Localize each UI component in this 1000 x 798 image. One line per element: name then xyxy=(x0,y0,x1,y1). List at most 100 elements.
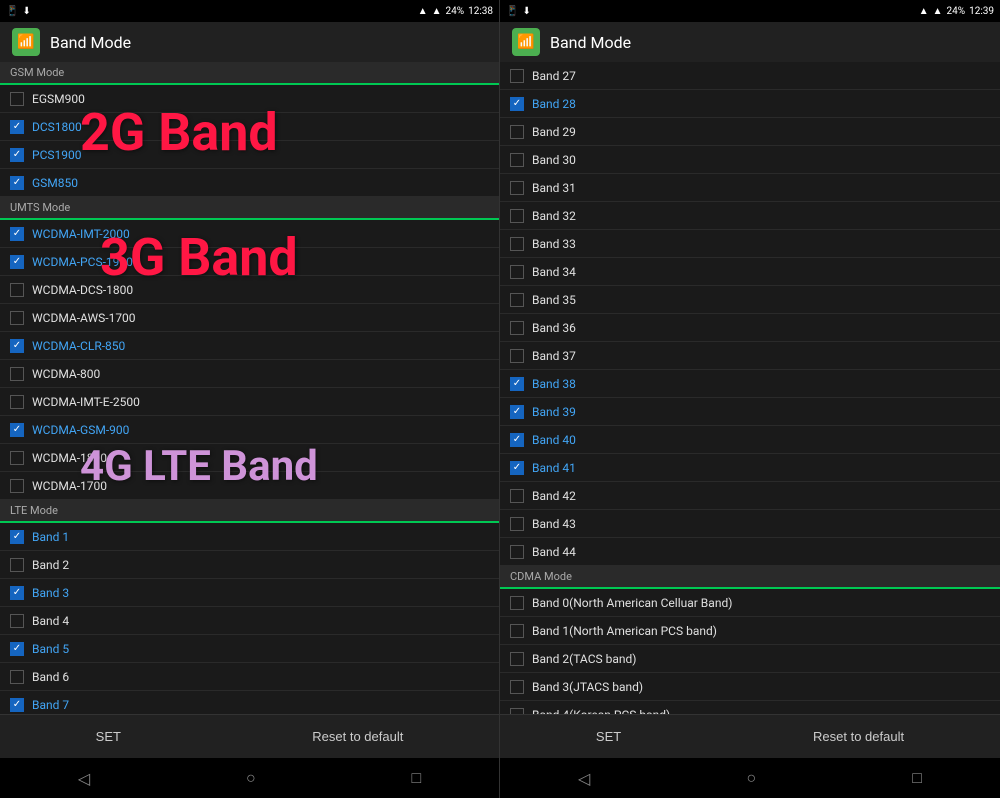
cb-cdma-1[interactable] xyxy=(510,624,524,638)
cdma-band-4[interactable]: Band 4(Korean PCS band) xyxy=(500,701,1000,714)
cb-lte-5[interactable] xyxy=(10,642,24,656)
cb-r-44[interactable] xyxy=(510,545,524,559)
cb-wcdma-imt2000[interactable] xyxy=(10,227,24,241)
cdma-band-0[interactable]: Band 0(North American Celluar Band) xyxy=(500,589,1000,617)
cb-lte-3[interactable] xyxy=(10,586,24,600)
r-band-27[interactable]: Band 27 xyxy=(500,62,1000,90)
r-band-37[interactable]: Band 37 xyxy=(500,342,1000,370)
cb-r-41[interactable] xyxy=(510,461,524,475)
r-band-41[interactable]: Band 41 xyxy=(500,454,1000,482)
right-scroll[interactable]: Band 27 Band 28 Band 29 Band 30 Band 31 … xyxy=(500,62,1000,714)
r-band-44[interactable]: Band 44 xyxy=(500,538,1000,566)
r-band-42[interactable]: Band 42 xyxy=(500,482,1000,510)
cb-cdma-4[interactable] xyxy=(510,708,524,715)
cb-wcdma-800[interactable] xyxy=(10,367,24,381)
cb-cdma-2[interactable] xyxy=(510,652,524,666)
band-wcdma-1700[interactable]: WCDMA-1700 xyxy=(0,472,499,500)
band-wcdma-800[interactable]: WCDMA-800 xyxy=(0,360,499,388)
band-lte-1[interactable]: Band 1 xyxy=(0,523,499,551)
cb-lte-6[interactable] xyxy=(10,670,24,684)
band-egsm900[interactable]: EGSM900 xyxy=(0,85,499,113)
cb-cdma-3[interactable] xyxy=(510,680,524,694)
recents-icon-left[interactable]: □ xyxy=(411,768,421,788)
cb-wcdma-1700[interactable] xyxy=(10,479,24,493)
cb-r-38[interactable] xyxy=(510,377,524,391)
cb-r-29[interactable] xyxy=(510,125,524,139)
band-dcs1800[interactable]: DCS1800 xyxy=(0,113,499,141)
cb-r-37[interactable] xyxy=(510,349,524,363)
cb-wcdma-clr850[interactable] xyxy=(10,339,24,353)
home-icon-right[interactable]: ○ xyxy=(746,768,756,788)
cb-r-30[interactable] xyxy=(510,153,524,167)
cb-wcdma-1800[interactable] xyxy=(10,451,24,465)
band-wcdma-pcs1900[interactable]: WCDMA-PCS-1900 xyxy=(0,248,499,276)
band-pcs1900[interactable]: PCS1900 xyxy=(0,141,499,169)
reset-button-left[interactable]: Reset to default xyxy=(292,721,423,752)
r-band-30[interactable]: Band 30 xyxy=(500,146,1000,174)
r-band-39[interactable]: Band 39 xyxy=(500,398,1000,426)
band-wcdma-clr850[interactable]: WCDMA-CLR-850 xyxy=(0,332,499,360)
band-lte-2[interactable]: Band 2 xyxy=(0,551,499,579)
band-gsm850[interactable]: GSM850 xyxy=(0,169,499,197)
cb-r-42[interactable] xyxy=(510,489,524,503)
cb-lte-1[interactable] xyxy=(10,530,24,544)
r-band-34[interactable]: Band 34 xyxy=(500,258,1000,286)
band-wcdma-gsm900[interactable]: WCDMA-GSM-900 xyxy=(0,416,499,444)
cb-r-34[interactable] xyxy=(510,265,524,279)
band-lte-4[interactable]: Band 4 xyxy=(0,607,499,635)
cb-r-31[interactable] xyxy=(510,181,524,195)
band-wcdma-dcs1800[interactable]: WCDMA-DCS-1800 xyxy=(0,276,499,304)
band-lte-5[interactable]: Band 5 xyxy=(0,635,499,663)
r-band-28[interactable]: Band 28 xyxy=(500,90,1000,118)
cb-wcdma-pcs1900[interactable] xyxy=(10,255,24,269)
cb-r-27[interactable] xyxy=(510,69,524,83)
r-band-43[interactable]: Band 43 xyxy=(500,510,1000,538)
cb-r-43[interactable] xyxy=(510,517,524,531)
band-wcdma-aws1700[interactable]: WCDMA-AWS-1700 xyxy=(0,304,499,332)
cb-lte-4[interactable] xyxy=(10,614,24,628)
left-scroll[interactable]: GSM Mode EGSM900 DCS1800 PCS1900 GSM850 … xyxy=(0,62,499,714)
r-band-35[interactable]: Band 35 xyxy=(500,286,1000,314)
cb-egsm900[interactable] xyxy=(10,92,24,106)
cb-dcs1800[interactable] xyxy=(10,120,24,134)
r-band-33[interactable]: Band 33 xyxy=(500,230,1000,258)
home-icon-left[interactable]: ○ xyxy=(246,768,256,788)
band-lte-3[interactable]: Band 3 xyxy=(0,579,499,607)
cb-r-40[interactable] xyxy=(510,433,524,447)
back-icon-right[interactable]: ◁ xyxy=(578,769,590,788)
r-band-31[interactable]: Band 31 xyxy=(500,174,1000,202)
cb-r-28[interactable] xyxy=(510,97,524,111)
r-band-38[interactable]: Band 38 xyxy=(500,370,1000,398)
r-band-40[interactable]: Band 40 xyxy=(500,426,1000,454)
band-lte-6[interactable]: Band 6 xyxy=(0,663,499,691)
cdma-band-3[interactable]: Band 3(JTACS band) xyxy=(500,673,1000,701)
r-band-29[interactable]: Band 29 xyxy=(500,118,1000,146)
r-band-36[interactable]: Band 36 xyxy=(500,314,1000,342)
cdma-band-1[interactable]: Band 1(North American PCS band) xyxy=(500,617,1000,645)
reset-button-right[interactable]: Reset to default xyxy=(793,721,924,752)
band-wcdma-1800[interactable]: WCDMA-1800 xyxy=(0,444,499,472)
cb-pcs1900[interactable] xyxy=(10,148,24,162)
recents-icon-right[interactable]: □ xyxy=(912,768,922,788)
band-lte-7[interactable]: Band 7 xyxy=(0,691,499,714)
cb-r-36[interactable] xyxy=(510,321,524,335)
band-wcdma-imt2000[interactable]: WCDMA-IMT-2000 xyxy=(0,220,499,248)
cb-lte-2[interactable] xyxy=(10,558,24,572)
cb-gsm850[interactable] xyxy=(10,176,24,190)
back-icon-left[interactable]: ◁ xyxy=(78,769,90,788)
cb-r-39[interactable] xyxy=(510,405,524,419)
cb-r-32[interactable] xyxy=(510,209,524,223)
cb-lte-7[interactable] xyxy=(10,698,24,712)
band-wcdma-imte2500[interactable]: WCDMA-IMT-E-2500 xyxy=(0,388,499,416)
cb-cdma-0[interactable] xyxy=(510,596,524,610)
cb-r-33[interactable] xyxy=(510,237,524,251)
cb-wcdma-gsm900[interactable] xyxy=(10,423,24,437)
cb-r-35[interactable] xyxy=(510,293,524,307)
cb-wcdma-imte2500[interactable] xyxy=(10,395,24,409)
cb-wcdma-aws1700[interactable] xyxy=(10,311,24,325)
cb-wcdma-dcs1800[interactable] xyxy=(10,283,24,297)
set-button-right[interactable]: SET xyxy=(576,721,641,752)
set-button-left[interactable]: SET xyxy=(76,721,141,752)
r-band-32[interactable]: Band 32 xyxy=(500,202,1000,230)
cdma-band-2[interactable]: Band 2(TACS band) xyxy=(500,645,1000,673)
